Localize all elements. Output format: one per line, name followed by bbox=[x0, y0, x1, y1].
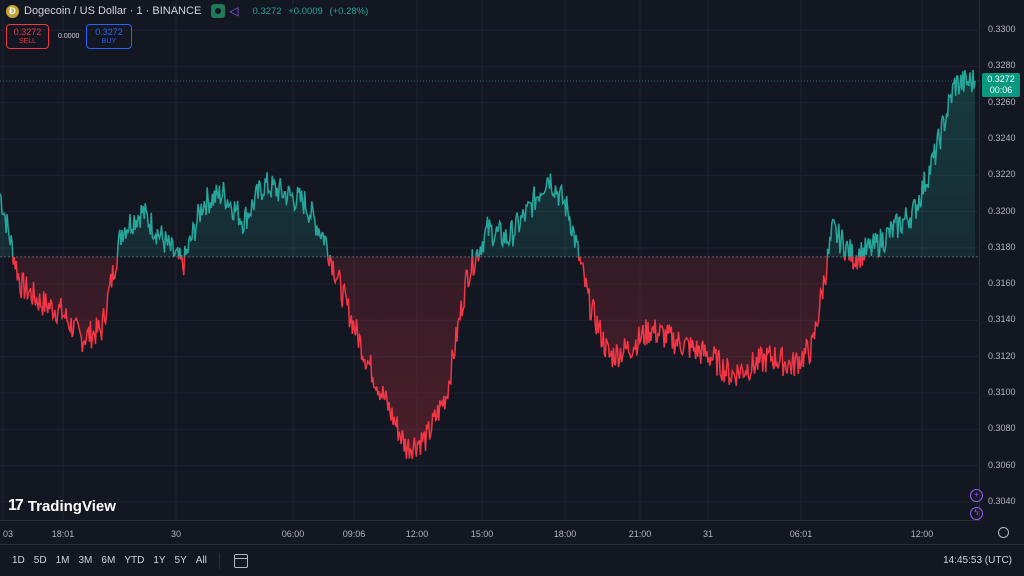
price-scale-label: 0.3160 bbox=[988, 278, 1016, 289]
buy-button[interactable]: 0.3272 BUY bbox=[86, 24, 132, 49]
time-axis-label: 18:00 bbox=[553, 529, 577, 539]
add-alert-icon[interactable]: + bbox=[970, 489, 983, 502]
price-scale-label: 0.3220 bbox=[988, 169, 1016, 180]
time-axis-label: 06:00 bbox=[281, 529, 305, 539]
time-axis-label: 15:00 bbox=[470, 529, 494, 539]
price-scale-label: 0.3240 bbox=[988, 133, 1016, 143]
symbol-header: Ð Dogecoin / US Dollar · 1 · BINANCE ◁ 0… bbox=[6, 4, 372, 18]
sell-label: SELL bbox=[18, 38, 37, 45]
price-scale-label: 0.3200 bbox=[988, 205, 1016, 216]
range-ytd[interactable]: YTD bbox=[124, 555, 144, 566]
time-axis[interactable]: 03 18:01 30 06:00 09:06 12:00 15:00 18:00 21:00 3… bbox=[0, 520, 980, 545]
price-line-above-baseline bbox=[0, 69, 976, 257]
gear-icon[interactable] bbox=[998, 527, 1009, 538]
price-scale-label: 0.3300 bbox=[988, 24, 1016, 35]
flag-icon[interactable]: ◁ bbox=[229, 4, 238, 18]
time-axis-label: 21:00 bbox=[628, 529, 652, 539]
lightning-icon[interactable]: ϟ bbox=[970, 507, 983, 520]
price-scale-label: 0.3040 bbox=[988, 495, 1016, 506]
price-change: 0.3272 +0.0009 (+0.28%) bbox=[253, 6, 373, 17]
chart-area[interactable] bbox=[0, 0, 980, 520]
tradingview-logo-text: TradingView bbox=[27, 497, 116, 515]
range-1y[interactable]: 1Y bbox=[153, 555, 165, 566]
range-3m[interactable]: 3M bbox=[79, 555, 93, 566]
buy-price: 0.3272 bbox=[95, 27, 123, 37]
time-axis-label: 09:06 bbox=[342, 529, 366, 539]
price-scale-label: 0.3280 bbox=[988, 60, 1016, 71]
range-5d[interactable]: 5D bbox=[34, 555, 47, 566]
spread: 0.0000 bbox=[58, 33, 80, 40]
last-price: 0.3272 bbox=[252, 5, 282, 17]
utc-clock[interactable]: 14:45:53 (UTC) bbox=[943, 555, 1012, 566]
sell-price: 0.3272 bbox=[13, 27, 42, 37]
area-fill-below-baseline bbox=[0, 256, 975, 460]
tradingview-logo-icon: 17 bbox=[8, 497, 24, 514]
dogecoin-icon: Ð bbox=[6, 4, 19, 18]
price-scale-label: 0.3060 bbox=[988, 459, 1016, 470]
price-scale-label: 0.3140 bbox=[988, 314, 1016, 325]
sell-button[interactable]: 0.3272 SELL bbox=[6, 24, 49, 49]
current-price-value: 0.3272 bbox=[987, 74, 1015, 84]
time-axis-label: 12:00 bbox=[405, 529, 429, 539]
bar-countdown: 00:06 bbox=[989, 85, 1013, 95]
price-chart[interactable] bbox=[0, 0, 980, 520]
change-pct: (+0.28%) bbox=[329, 5, 369, 17]
symbol-title[interactable]: Dogecoin / US Dollar · 1 · BINANCE bbox=[24, 5, 201, 17]
price-scale-label: 0.3100 bbox=[988, 387, 1016, 397]
bottom-toolbar: 1D 5D 1M 3M 6M YTD 1Y 5Y All 14:45:53 (U… bbox=[0, 544, 1024, 576]
price-scale-label: 0.3120 bbox=[988, 350, 1016, 361]
time-axis-label: 06:01 bbox=[789, 529, 813, 539]
price-scale-label: 0.3180 bbox=[988, 241, 1016, 252]
time-axis-label: 12:00 bbox=[910, 529, 934, 539]
range-6m[interactable]: 6M bbox=[101, 555, 115, 566]
change-abs: +0.0009 bbox=[288, 5, 323, 17]
range-1d[interactable]: 1D bbox=[12, 555, 25, 566]
price-line-below-baseline bbox=[12, 256, 880, 460]
range-1m[interactable]: 1M bbox=[56, 555, 70, 566]
calendar-icon[interactable] bbox=[233, 553, 248, 568]
price-scale-label: 0.3260 bbox=[988, 96, 1016, 107]
toolbar-divider bbox=[218, 552, 220, 569]
eye-icon[interactable] bbox=[211, 4, 226, 18]
area-fill-above-baseline bbox=[0, 69, 975, 257]
tradingview-logo[interactable]: 17 TradingView bbox=[8, 497, 116, 515]
time-axis-label: 03 bbox=[2, 529, 14, 539]
range-5y[interactable]: 5Y bbox=[175, 555, 187, 566]
time-axis-label: 30 bbox=[170, 529, 182, 539]
current-price-tag: 0.3272 00:06 bbox=[982, 73, 1020, 97]
range-all[interactable]: All bbox=[196, 555, 207, 566]
price-scale-label: 0.3080 bbox=[988, 423, 1016, 434]
time-axis-label: 18:01 bbox=[51, 529, 75, 539]
time-axis-label: 31 bbox=[702, 529, 714, 539]
buy-label: BUY bbox=[101, 38, 117, 45]
